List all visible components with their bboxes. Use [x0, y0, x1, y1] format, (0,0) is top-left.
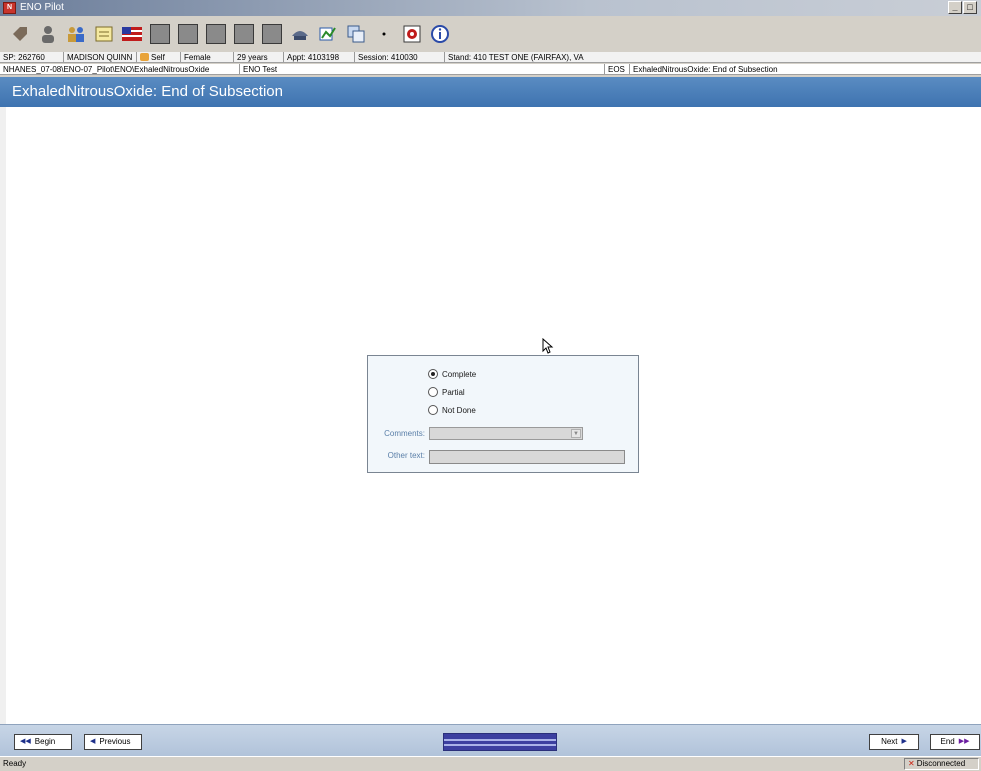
- separator-dot-icon: [382, 32, 386, 36]
- respondent-label: Self: [151, 53, 165, 62]
- section-header: ExhaledNitrousOxide: End of Subsection: [0, 77, 981, 107]
- toolbar-button-gray-3[interactable]: [204, 22, 228, 46]
- minimize-button[interactable]: _: [948, 1, 962, 14]
- arrow-right-icon: ▶: [901, 738, 907, 745]
- toolbar-button-family[interactable]: [64, 22, 88, 46]
- toolbar-button-gray-2[interactable]: [176, 22, 200, 46]
- toolbar-button-alert[interactable]: [400, 22, 424, 46]
- toolbar-button-network[interactable]: [288, 22, 312, 46]
- navigation-bar: ◀◀ Begin ◀ Previous Next ▶ End ▶▶: [0, 724, 981, 756]
- end-label: End: [940, 737, 955, 746]
- app-icon: N: [3, 2, 16, 14]
- toolbar-button-info[interactable]: [428, 22, 452, 46]
- radio-not-done-button[interactable]: [428, 405, 438, 415]
- progress-stripe-top: [444, 739, 556, 741]
- begin-label: Begin: [34, 737, 56, 746]
- disconnected-icon: ✕: [908, 759, 915, 768]
- next-button[interactable]: Next ▶: [869, 734, 919, 750]
- radio-not-done[interactable]: Not Done: [428, 403, 476, 417]
- progress-indicator: [443, 733, 557, 751]
- participant-info-bar: SP: 262760 MADISON QUINN Self Female 29 …: [0, 52, 981, 63]
- other-text-field[interactable]: [429, 450, 625, 464]
- toolbar-button-person[interactable]: [36, 22, 60, 46]
- respondent-type: Self: [137, 52, 181, 62]
- section-code: EOS: [605, 64, 630, 74]
- toolbar-button-gray-1[interactable]: [148, 22, 172, 46]
- comments-combobox[interactable]: ▼: [429, 427, 583, 440]
- toolbar-button-dot[interactable]: [372, 22, 396, 46]
- radio-partial[interactable]: Partial: [428, 385, 465, 399]
- radio-partial-label: Partial: [442, 387, 465, 397]
- network-icon: [292, 31, 308, 40]
- window-controls: _ □: [948, 1, 977, 15]
- window-title: ENO Pilot: [20, 2, 64, 13]
- end-button[interactable]: End ▶▶: [930, 734, 980, 750]
- skip-forward-icon: ▶▶: [958, 738, 970, 745]
- person-icon: [42, 26, 54, 43]
- info-icon: [431, 25, 449, 43]
- stand: Stand: 410 TEST ONE (FAIRFAX), VA: [448, 53, 584, 62]
- skip-back-icon: ◀◀: [20, 738, 31, 745]
- appointment: Appt: 4103198: [284, 52, 355, 62]
- toolbar-button-chart[interactable]: [316, 22, 340, 46]
- radio-complete[interactable]: Complete: [428, 367, 476, 381]
- page-title: ExhaledNitrousOxide: End of Subsection: [12, 83, 283, 100]
- participant-name: MADISON QUINN: [64, 52, 137, 62]
- toolbar-button-copy[interactable]: [344, 22, 368, 46]
- chart-icon: [319, 27, 336, 41]
- toolbar-button-gray-5[interactable]: [260, 22, 284, 46]
- test-name: ENO Test: [240, 64, 605, 74]
- begin-button[interactable]: ◀◀ Begin: [14, 734, 72, 750]
- age: 29 years: [234, 52, 284, 62]
- notes-icon: [95, 26, 113, 42]
- mouse-cursor-icon: [542, 338, 554, 354]
- other-text-label: Other text:: [387, 451, 425, 460]
- chevron-down-icon[interactable]: ▼: [571, 429, 581, 438]
- toolbar-button-gray-4[interactable]: [232, 22, 256, 46]
- tag-icon: [13, 27, 27, 41]
- gender: Female: [181, 52, 234, 62]
- previous-button[interactable]: ◀ Previous: [84, 734, 142, 750]
- arrow-left-icon: ◀: [90, 738, 96, 745]
- alert-icon: [403, 25, 421, 43]
- previous-label: Previous: [99, 737, 131, 746]
- toolbar-button-flag[interactable]: [120, 22, 144, 46]
- self-icon: [140, 53, 149, 61]
- sp-id: SP: 262760: [0, 52, 64, 62]
- connection-status: ✕ Disconnected: [904, 758, 979, 770]
- session: Session: 410030: [355, 52, 445, 62]
- toolbar: [0, 16, 981, 52]
- completion-status-panel: Complete Partial Not Done Comments: ▼ Ot…: [367, 355, 639, 473]
- maximize-button[interactable]: □: [963, 1, 977, 14]
- instrument-path-bar: NHANES_07-08\ENO-07_Pilot\ENO\ExhaledNit…: [0, 64, 981, 75]
- radio-complete-button[interactable]: [428, 369, 438, 379]
- next-label: Next: [881, 737, 898, 746]
- toolbar-button-tag[interactable]: [8, 22, 32, 46]
- radio-partial-button[interactable]: [428, 387, 438, 397]
- section-name: ExhaledNitrousOxide: End of Subsection: [633, 65, 778, 74]
- status-text: Ready: [3, 759, 27, 768]
- title-bar: N ENO Pilot _ □: [0, 0, 981, 16]
- radio-complete-label: Complete: [442, 369, 477, 379]
- toolbar-button-notes[interactable]: [92, 22, 116, 46]
- radio-not-done-label: Not Done: [442, 405, 476, 415]
- status-bar: Ready ✕ Disconnected: [0, 756, 981, 771]
- progress-stripe-bottom: [444, 744, 556, 746]
- connection-status-label: Disconnected: [916, 759, 966, 768]
- copy-icon: [347, 25, 365, 43]
- flag-icon: [122, 27, 142, 41]
- family-icon: [68, 27, 84, 42]
- instrument-path: NHANES_07-08\ENO-07_Pilot\ENO\ExhaledNit…: [0, 64, 240, 74]
- comments-label: Comments:: [384, 429, 425, 438]
